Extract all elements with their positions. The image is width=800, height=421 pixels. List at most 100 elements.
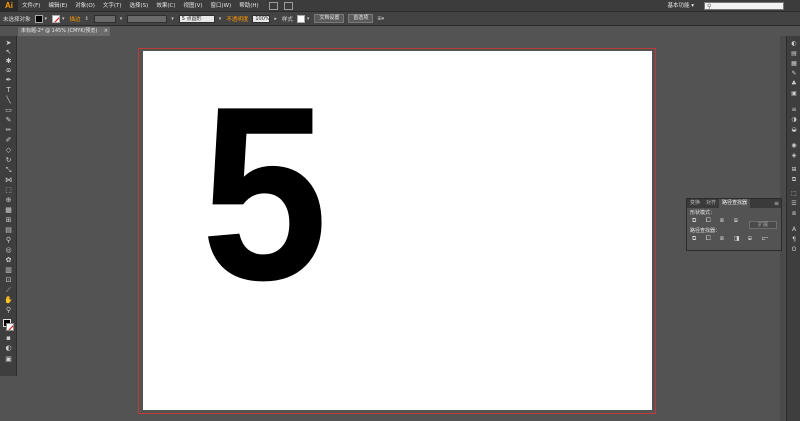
- align-icon[interactable]: ☰: [790, 200, 798, 207]
- chevron-down-icon[interactable]: ▾: [171, 16, 174, 22]
- tab-pathfinder[interactable]: 路径查找器: [719, 199, 751, 208]
- width-tool-icon[interactable]: ⋈: [4, 177, 13, 184]
- brushes-icon[interactable]: ✎: [790, 70, 798, 77]
- shape-builder-icon[interactable]: ⊕: [4, 197, 13, 204]
- stepper-icon[interactable]: ⇕: [85, 16, 89, 22]
- transform-icon[interactable]: ⬚: [790, 190, 798, 197]
- symbols-icon[interactable]: ♣: [790, 80, 798, 87]
- gradient-panel-icon[interactable]: ◑: [790, 116, 798, 123]
- links-icon[interactable]: ⧉: [790, 176, 798, 183]
- type-tool-icon[interactable]: T: [4, 87, 13, 94]
- tab-align[interactable]: 对齐: [703, 199, 719, 208]
- stroke-swatch[interactable]: [52, 14, 61, 23]
- menu-help[interactable]: 帮助(H): [235, 0, 262, 12]
- free-transform-icon[interactable]: ⬚: [4, 187, 13, 194]
- chevron-down-icon[interactable]: ▾: [62, 16, 65, 22]
- menu-window[interactable]: 窗口(W): [207, 0, 236, 12]
- blob-brush-icon[interactable]: ✐: [4, 137, 13, 144]
- menu-file[interactable]: 文件(F): [18, 0, 44, 12]
- document-tab[interactable]: 未标题-2* @ 145% (CMYK/预览) ×: [18, 27, 110, 36]
- intersect-icon[interactable]: ⧈: [720, 218, 727, 224]
- bridge-icon[interactable]: [268, 1, 278, 10]
- chevron-right-icon[interactable]: ▸: [274, 16, 277, 22]
- appearance-icon[interactable]: ◉: [790, 142, 798, 149]
- menu-object[interactable]: 对象(O): [71, 0, 99, 12]
- color-panel-icon[interactable]: ◐: [790, 40, 798, 47]
- symbol-sprayer-icon[interactable]: ✿: [4, 257, 13, 264]
- artboard[interactable]: 5: [143, 51, 652, 410]
- style-swatch[interactable]: [296, 14, 305, 23]
- pathfinder-icon[interactable]: ⧈: [790, 210, 798, 217]
- swatches-icon[interactable]: ▦: [790, 60, 798, 67]
- variable-width-field[interactable]: [127, 14, 168, 23]
- document-setup-button[interactable]: 文档设置: [314, 14, 345, 23]
- chevron-down-icon[interactable]: ▾: [120, 16, 123, 22]
- tab-transform[interactable]: 变换: [687, 199, 703, 208]
- stroke-label[interactable]: 描边: [70, 15, 81, 23]
- pen-tool-icon[interactable]: ✒: [4, 77, 13, 84]
- character-icon[interactable]: A: [790, 226, 798, 233]
- chevron-down-icon[interactable]: ▾: [45, 16, 48, 22]
- layers-icon[interactable]: ◈: [790, 152, 798, 159]
- search-input[interactable]: ⚲: [704, 2, 784, 10]
- drawing-mode-icon[interactable]: ◐: [4, 345, 13, 352]
- opentype-icon[interactable]: O: [790, 246, 798, 253]
- stroke-color-icon[interactable]: [6, 323, 14, 331]
- menu-view[interactable]: 视图(V): [179, 0, 206, 12]
- hand-tool-icon[interactable]: ✋: [4, 297, 13, 304]
- pencil-tool-icon[interactable]: ✏: [4, 127, 13, 134]
- eyedropper-tool-icon[interactable]: ⚲: [4, 237, 13, 244]
- rectangle-tool-icon[interactable]: ▭: [4, 107, 13, 114]
- graphic-styles-icon[interactable]: ▣: [790, 90, 798, 97]
- artwork-text[interactable]: 5: [201, 69, 328, 317]
- mesh-tool-icon[interactable]: ⊞: [4, 217, 13, 224]
- artboard-tool-icon[interactable]: ⊡: [4, 277, 13, 284]
- perspective-grid-icon[interactable]: ▦: [4, 207, 13, 214]
- menu-type[interactable]: 文字(T): [99, 0, 126, 12]
- exclude-icon[interactable]: ⧇: [734, 218, 741, 224]
- paragraph-icon[interactable]: ¶: [790, 236, 798, 243]
- menu-edit[interactable]: 编辑(E): [44, 0, 71, 12]
- merge-icon[interactable]: ⧈: [720, 236, 727, 242]
- selection-tool-icon[interactable]: ➤: [4, 40, 13, 47]
- artboards-icon[interactable]: ⊞: [790, 166, 798, 173]
- rotate-tool-icon[interactable]: ↻: [4, 157, 13, 164]
- arrange-icon[interactable]: ⊞▾: [377, 16, 384, 22]
- preferences-button[interactable]: 首选项: [348, 14, 374, 23]
- line-tool-icon[interactable]: ╲: [4, 97, 13, 104]
- blend-tool-icon[interactable]: ◎: [4, 247, 13, 254]
- minus-back-icon[interactable]: ⫍: [762, 236, 769, 242]
- trim-icon[interactable]: ⧠: [706, 236, 713, 242]
- divide-icon[interactable]: ⧉: [692, 236, 699, 242]
- workspace-switcher[interactable]: 基本功能 ▾: [667, 0, 694, 12]
- screen-mode-icon[interactable]: ▣: [4, 356, 13, 363]
- opacity-label[interactable]: 不透明度: [226, 15, 248, 23]
- zoom-tool-icon[interactable]: ⚲: [4, 307, 13, 314]
- eraser-tool-icon[interactable]: ◇: [4, 147, 13, 154]
- menu-effect[interactable]: 效果(C): [152, 0, 179, 12]
- close-icon[interactable]: ×: [104, 27, 108, 36]
- menu-select[interactable]: 选择(S): [126, 0, 153, 12]
- slice-tool-icon[interactable]: ⟋: [4, 287, 13, 294]
- paintbrush-tool-icon[interactable]: ✎: [4, 117, 13, 124]
- minus-front-icon[interactable]: ⧠: [706, 218, 713, 224]
- magic-wand-icon[interactable]: ✱: [4, 58, 13, 65]
- transparency-icon[interactable]: ◒: [790, 126, 798, 133]
- direct-selection-tool-icon[interactable]: ↖: [4, 49, 13, 56]
- scale-tool-icon[interactable]: ⤡: [4, 167, 13, 174]
- lasso-tool-icon[interactable]: ɷ: [4, 67, 13, 74]
- chevron-down-icon[interactable]: ▾: [307, 16, 310, 22]
- outline-icon[interactable]: ⧆: [748, 236, 755, 242]
- crop-icon[interactable]: ◨: [734, 236, 741, 242]
- column-graph-icon[interactable]: ▥: [4, 267, 13, 274]
- brush-field[interactable]: 5 点圆形: [178, 14, 215, 23]
- chevron-down-icon[interactable]: ▾: [219, 16, 222, 22]
- color-mode-icon[interactable]: ▪: [4, 335, 13, 342]
- fill-swatch[interactable]: [34, 14, 43, 23]
- expand-button[interactable]: 扩展: [749, 221, 777, 229]
- stroke-weight-field[interactable]: [93, 14, 116, 23]
- unite-icon[interactable]: ⧉: [692, 218, 699, 224]
- arrange-documents-icon[interactable]: [283, 1, 293, 10]
- gradient-tool-icon[interactable]: ▤: [4, 227, 13, 234]
- opacity-field[interactable]: 100%: [252, 14, 271, 23]
